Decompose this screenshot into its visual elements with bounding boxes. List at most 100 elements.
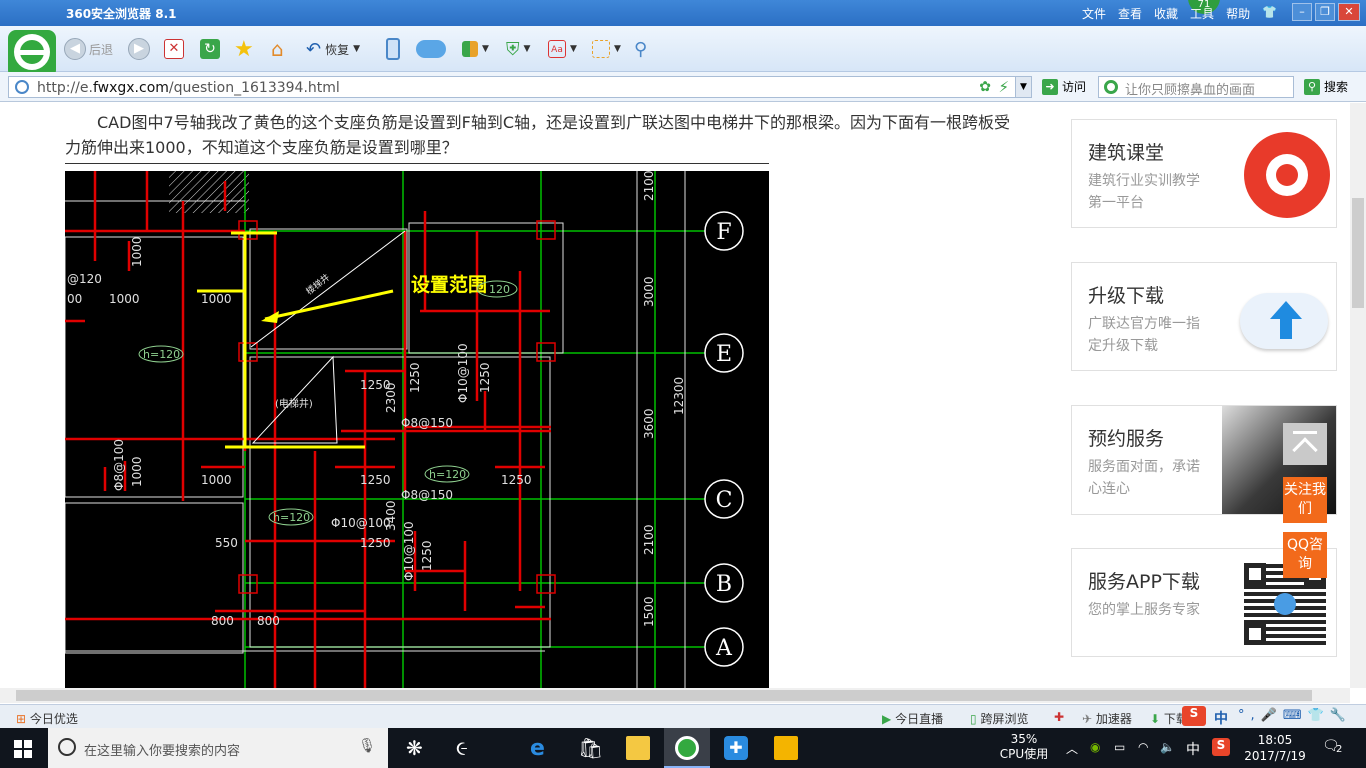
search-icon: ⚲: [1304, 78, 1320, 95]
cad-label: 1250: [501, 473, 532, 487]
go-button[interactable]: ➜ 访问: [1042, 78, 1086, 95]
cad-label: 550: [215, 536, 238, 550]
ime-toolbar-icons[interactable]: °,🎤⌨👕🔧: [1238, 708, 1352, 723]
screenshot-icon[interactable]: ▼: [592, 36, 621, 62]
card-course[interactable]: 建筑课堂 建筑行业实训教学第一平台: [1071, 119, 1337, 228]
cad-label: 1250: [360, 473, 391, 487]
taskbar-notepad-icon[interactable]: [774, 736, 798, 760]
nvidia-icon[interactable]: ◉: [1090, 740, 1100, 754]
page-content: CAD图中7号轴我改了黄色的这个支座负筋是设置到F轴到C轴，还是设置到广联达图中…: [0, 103, 1350, 688]
card-title: 建筑课堂: [1088, 142, 1165, 164]
chevron-down-icon: ▼: [353, 44, 361, 54]
secure-icon[interactable]: ✿: [979, 79, 991, 95]
cad-drawing-image[interactable]: 设置范围 @120 00 1000 1000 1000 1250 1250 12…: [64, 170, 769, 688]
url-dropdown-button[interactable]: ▼: [1015, 77, 1031, 97]
stop-button[interactable]: ✕: [164, 36, 184, 62]
sogou-ime-icon[interactable]: S: [1182, 706, 1206, 726]
edge-icon[interactable]: e: [530, 736, 554, 761]
axis-label-c: C: [716, 488, 733, 513]
card-title: 升级下载: [1088, 285, 1165, 307]
slab-thickness-label: 120: [489, 283, 510, 296]
cross-screen-link[interactable]: ▯ 跨屏浏览: [970, 710, 1028, 727]
app-swirl-icon[interactable]: ૯: [456, 736, 480, 760]
search-button[interactable]: ⚲ 搜索: [1304, 78, 1348, 95]
horizontal-scrollbar[interactable]: [0, 688, 1350, 703]
ime-indicator[interactable]: 中: [1186, 739, 1200, 759]
menu-help[interactable]: 帮助: [1226, 5, 1250, 22]
qq-consult-button[interactable]: QQ咨询: [1283, 532, 1327, 578]
back-button[interactable]: ◀ 后退: [64, 36, 113, 62]
today-picks-link[interactable]: ⊞ 今日优选: [16, 710, 78, 727]
home-icon[interactable]: ⌂: [271, 36, 284, 62]
follow-us-button[interactable]: 关注我们: [1283, 477, 1327, 523]
scroll-thumb[interactable]: [16, 690, 1312, 701]
shield-icon[interactable]: ⛨ ▼: [506, 36, 530, 62]
ime-mode[interactable]: 中: [1214, 708, 1228, 728]
menu-view[interactable]: 查看: [1118, 5, 1142, 22]
url-input[interactable]: http://e.fwxgx.com/question_1613394.html…: [8, 76, 1032, 98]
taskbar-app-icon[interactable]: ✚: [724, 736, 748, 760]
cad-label: 1000: [201, 473, 232, 487]
live-link[interactable]: ▶ 今日直播: [882, 710, 943, 727]
cad-label: 00: [67, 292, 82, 306]
search-engine-icon: [1104, 80, 1118, 94]
gift-icon: ⊞: [16, 712, 27, 726]
cad-label: Φ8@150: [401, 488, 453, 502]
windows-start-icon[interactable]: [14, 740, 32, 758]
forward-button[interactable]: ▶: [128, 36, 150, 62]
scroll-thumb[interactable]: [1352, 198, 1364, 308]
slab-thickness-label: h=120: [273, 511, 310, 524]
task-view-icon[interactable]: ❋: [406, 736, 430, 760]
phone-icon[interactable]: [386, 36, 400, 62]
cad-label: Φ8@100: [112, 439, 126, 491]
card-subtitle: 广联达官方唯一指定升级下载: [1088, 316, 1200, 354]
taskbar-360-browser[interactable]: [664, 728, 710, 768]
cad-label: 800: [257, 614, 280, 628]
file-explorer-icon[interactable]: [626, 736, 650, 760]
wifi-icon[interactable]: ◠: [1138, 740, 1148, 754]
axis-label-f: F: [716, 220, 731, 245]
card-subtitle: 服务面对面，承诺心连心: [1088, 459, 1200, 497]
cad-label: Φ10@100: [456, 343, 470, 403]
zoom-icon[interactable]: ⚲: [634, 36, 647, 62]
card-upgrade[interactable]: 升级下载 广联达官方唯一指定升级下载: [1071, 262, 1337, 371]
microphone-icon[interactable]: 🎙: [358, 738, 376, 754]
taskbar-search-input[interactable]: 在这里输入你要搜索的内容 🎙: [48, 728, 388, 768]
vertical-scrollbar[interactable]: [1350, 103, 1366, 688]
restore-button[interactable]: ❐: [1315, 3, 1335, 21]
speed-mode-icon[interactable]: ⚡: [998, 78, 1009, 96]
cad-label: Φ10@100: [402, 521, 416, 581]
menu-tools[interactable]: 工具: [1190, 5, 1214, 22]
clock[interactable]: 18:05 2017/7/19: [1240, 732, 1310, 764]
back-arrow-icon: ◀: [64, 38, 86, 60]
menu-file[interactable]: 文件: [1082, 5, 1106, 22]
accelerator-link[interactable]: ✈ 加速器: [1082, 710, 1132, 727]
sogou-tray-icon[interactable]: S: [1212, 738, 1230, 756]
search-input[interactable]: 让你只顾擦鼻血的画面: [1098, 76, 1294, 98]
question-text: CAD图中7号轴我改了黄色的这个支座负筋是设置到F轴到C轴，还是设置到广联达图中…: [65, 113, 1010, 157]
restore-session-button[interactable]: ↶ 恢复 ▼: [306, 36, 360, 62]
back-to-top-button[interactable]: [1283, 423, 1327, 465]
battery-icon[interactable]: ▭: [1114, 740, 1125, 754]
tray-expand-icon[interactable]: ︿: [1066, 740, 1078, 757]
cloud-icon[interactable]: [416, 36, 446, 62]
cad-label: 800: [211, 614, 234, 628]
favorite-star-icon[interactable]: ★: [234, 36, 254, 62]
dimension-label: 2100: [642, 524, 656, 555]
minimize-button[interactable]: –: [1292, 3, 1312, 21]
card-title: 预约服务: [1088, 428, 1165, 450]
window-title: 360安全浏览器 8.1: [66, 7, 177, 21]
store-icon[interactable]: 🛍: [578, 736, 603, 760]
plus-icon[interactable]: ✚: [1054, 710, 1064, 724]
cpu-usage-widget[interactable]: 35% CPU使用: [994, 732, 1054, 762]
translate-icon[interactable]: Aa ▼: [548, 36, 577, 62]
browser-logo-icon[interactable]: [8, 30, 56, 78]
refresh-button[interactable]: ↻: [200, 36, 220, 62]
slab-thickness-label: h=120: [429, 468, 466, 481]
skin-icon[interactable]: 👕: [1262, 5, 1277, 22]
menu-favorites[interactable]: 收藏: [1154, 5, 1178, 22]
apps-grid-icon[interactable]: ▼: [462, 36, 489, 62]
close-button[interactable]: ✕: [1338, 3, 1360, 21]
volume-icon[interactable]: 🔈: [1160, 740, 1175, 754]
cad-label: 1000: [130, 456, 144, 487]
